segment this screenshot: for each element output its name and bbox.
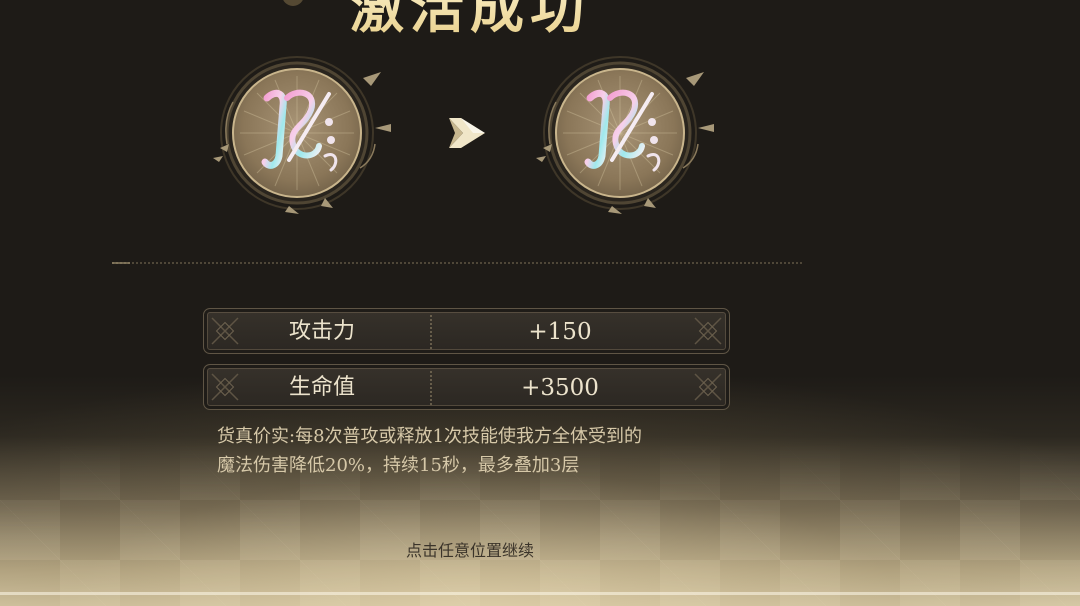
stat-row-hp: 生命值 +3500 [203,364,730,410]
stat-label: 生命值 [288,375,355,400]
description-line: 魔法伤害降低20%，持续15秒，最多叠加3层 [217,455,580,476]
arrow-right-icon [449,118,485,148]
corner-ornament-icon [694,317,722,345]
stat-value: +150 [528,319,592,345]
stat-label: 攻击力 [288,319,355,344]
activation-success-screen[interactable]: 激活成功 攻击力 +150 生命值 +3500 货真价实:每8次普攻或释放1次技… [0,0,1080,606]
section-divider [112,262,802,264]
page-title: 激活成功 [280,0,660,43]
stat-row-attack: 攻击力 +150 [203,308,730,354]
emblem-after-icon [536,56,714,214]
skill-description: 货真价实:每8次普攻或释放1次技能使我方全体受到的 魔法伤害降低20%，持续15… [217,422,737,480]
stat-value: +3500 [521,375,599,401]
emblem-before-icon [213,56,391,214]
corner-ornament-icon [694,373,722,401]
description-line: 货真价实:每8次普攻或释放1次技能使我方全体受到的 [217,426,642,447]
bottom-highlight-line [0,592,1080,595]
divider-accent [112,262,130,264]
continue-hint: 点击任意位置继续 [405,541,534,560]
